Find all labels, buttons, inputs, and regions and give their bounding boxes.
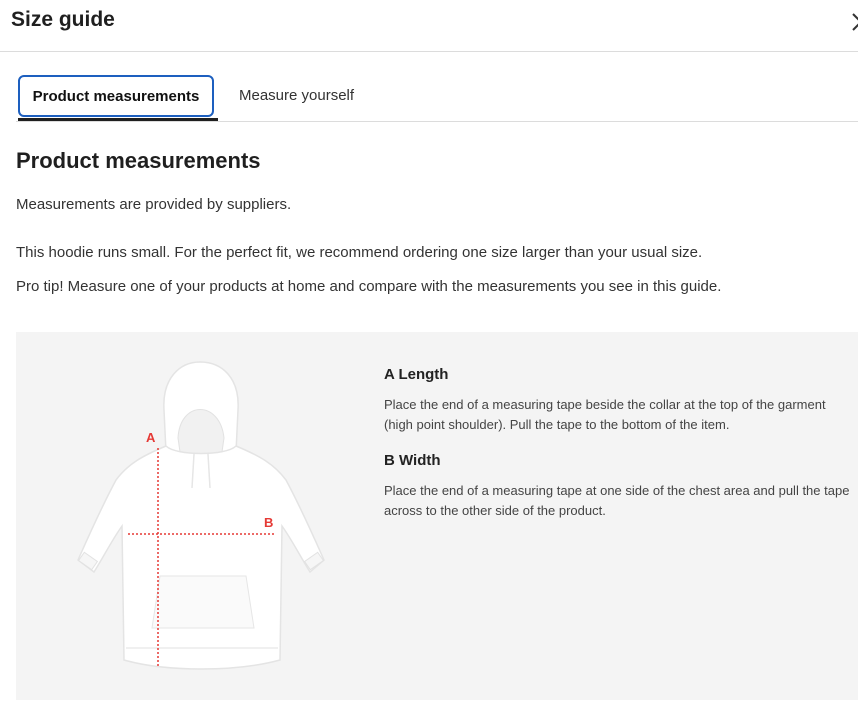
tab-product-measurements[interactable]: Product measurements bbox=[18, 75, 214, 117]
width-description: Place the end of a measuring tape at one… bbox=[384, 483, 850, 518]
hoodie-diagram: A B bbox=[77, 361, 325, 670]
length-description: Place the end of a measuring tape beside… bbox=[384, 397, 826, 432]
length-title: A Length bbox=[384, 366, 449, 383]
close-icon[interactable] bbox=[851, 12, 858, 32]
label-b: B bbox=[264, 515, 273, 530]
measurement-panel: A B A Length Place the end of a measurin… bbox=[16, 332, 858, 700]
fit-note: This hoodie runs small. For the perfect … bbox=[16, 244, 703, 261]
label-a: A bbox=[146, 430, 156, 445]
width-title: B Width bbox=[384, 452, 441, 469]
section-heading: Product measurements bbox=[16, 148, 261, 173]
modal-header: Size guide bbox=[0, 0, 858, 52]
active-tab-indicator bbox=[18, 118, 218, 121]
supplier-note: Measurements are provided by suppliers. bbox=[16, 196, 292, 213]
modal-title: Size guide bbox=[11, 8, 115, 31]
pro-tip: Pro tip! Measure one of your products at… bbox=[16, 278, 722, 295]
tab-bar: Product measurements Measure yourself bbox=[16, 73, 858, 122]
tab-measure-yourself[interactable]: Measure yourself bbox=[239, 87, 354, 104]
